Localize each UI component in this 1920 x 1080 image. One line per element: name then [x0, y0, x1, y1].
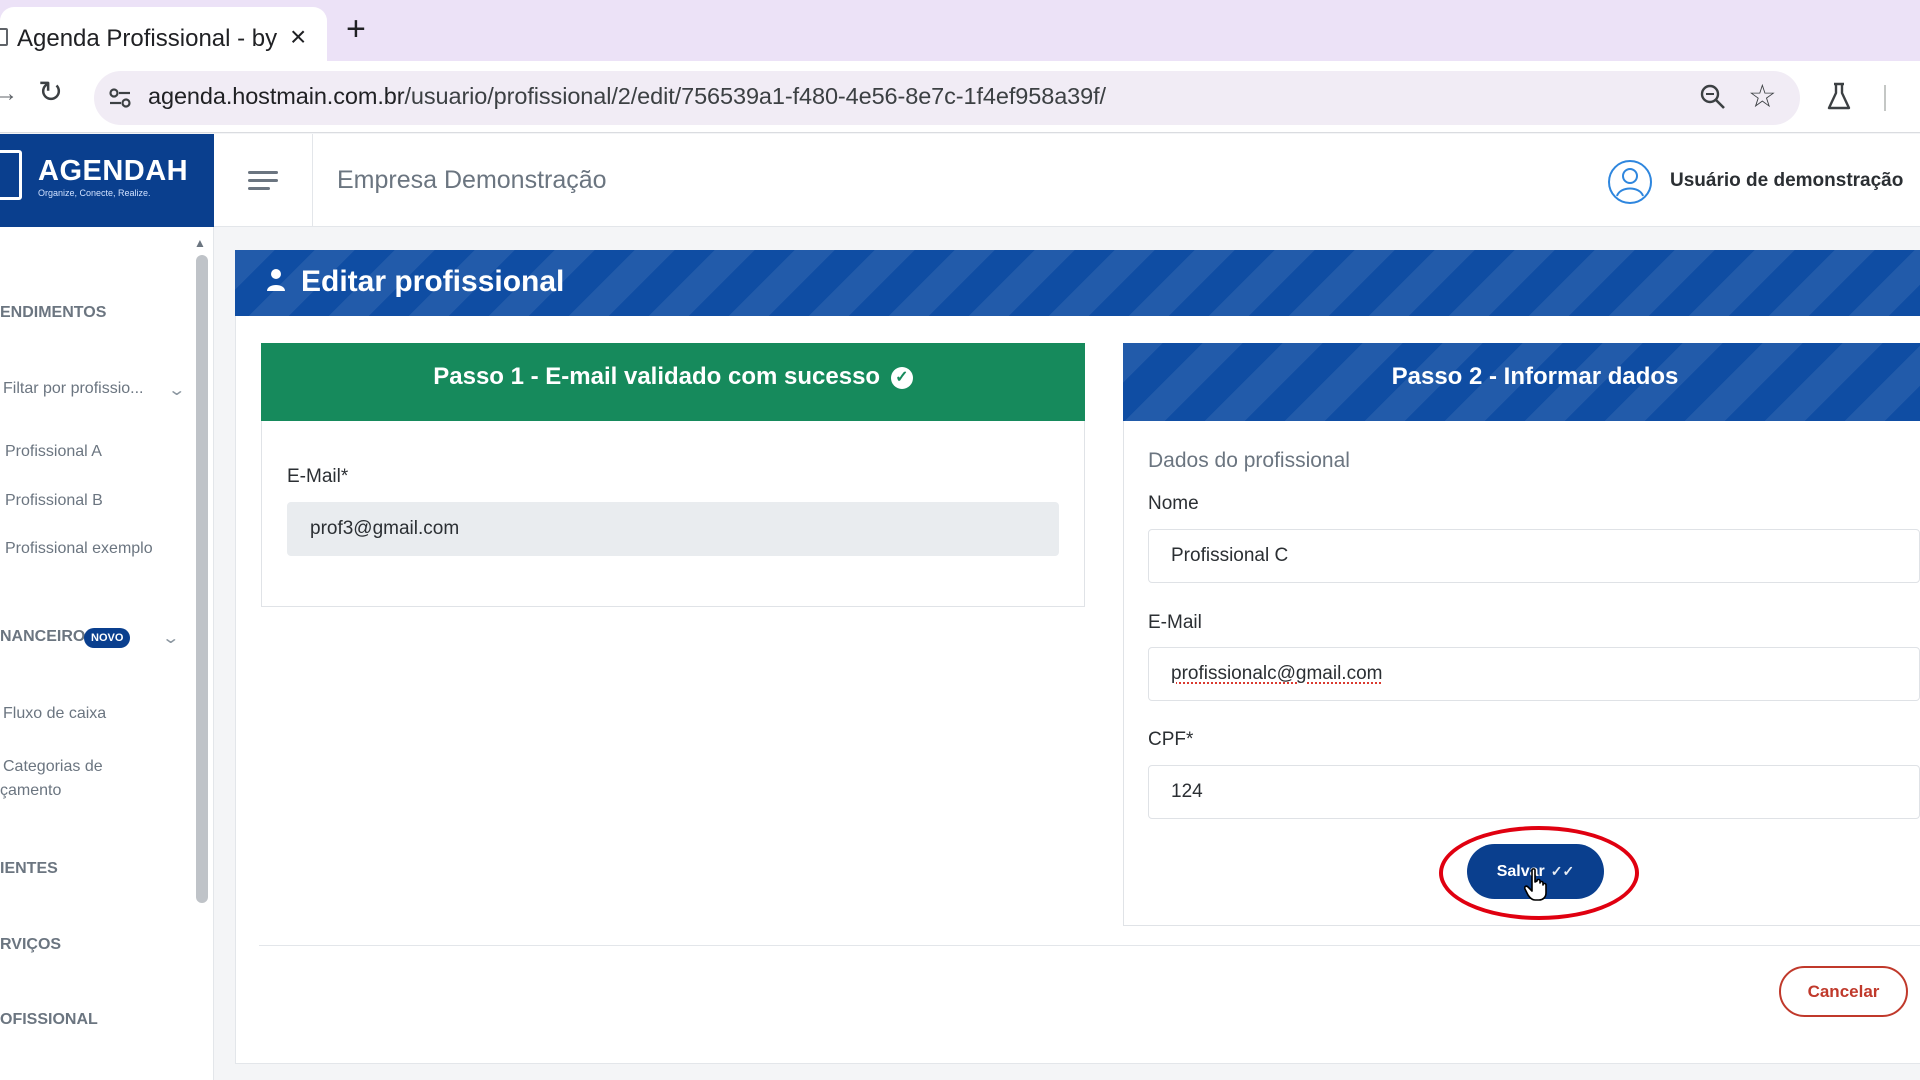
user-tie-icon — [266, 268, 286, 292]
sidebar-section-clientes[interactable]: IENTES — [0, 860, 58, 878]
close-tab-icon[interactable]: × — [290, 21, 306, 53]
step1-title-text: Passo 1 - E-mail validado com sucesso — [433, 363, 880, 390]
step1-email-label: E-Mail* — [287, 466, 348, 488]
professional-filter-select[interactable]: Filtar por profissio... — [3, 380, 143, 398]
tab-title: Agenda Profissional - by — [17, 25, 277, 53]
hand-cursor-icon — [1524, 868, 1550, 902]
sidebar-item-professional[interactable]: Profissional exemplo — [5, 540, 153, 558]
url-path: /usuario/profissional/2/edit/756539a1-f4… — [404, 83, 1106, 109]
sidebar-scrollbar[interactable] — [196, 255, 208, 903]
step1-email-field[interactable]: prof3@gmail.com — [287, 502, 1059, 556]
footer-divider — [259, 945, 1920, 946]
sidebar-item-cash-flow[interactable]: Fluxo de caixa — [3, 705, 106, 723]
calendar-logo-icon — [0, 150, 22, 200]
menu-toggle-icon[interactable] — [248, 171, 278, 191]
sidebar-section-financeiro[interactable]: NANCEIRO — [0, 628, 85, 646]
sidebar-item-professional[interactable]: Profissional A — [5, 443, 102, 461]
email-label: E-Mail — [1148, 612, 1202, 634]
user-name[interactable]: Usuário de demonstração — [1670, 170, 1903, 192]
sidebar-item-categories-cont[interactable]: çamento — [0, 782, 61, 800]
zoom-icon[interactable] — [1699, 83, 1727, 111]
name-label: Nome — [1148, 493, 1199, 515]
cpf-field[interactable]: 124 — [1148, 765, 1920, 819]
cancel-button[interactable]: Cancelar — [1779, 966, 1908, 1017]
step2-title: Passo 2 - Informar dados — [1123, 363, 1920, 391]
sidebar-section-profissional[interactable]: OFISSIONAL — [0, 1011, 98, 1029]
back-icon[interactable]: → — [0, 80, 18, 108]
user-avatar-icon[interactable] — [1607, 159, 1653, 205]
email-field[interactable]: profissionalc@gmail.com — [1148, 647, 1920, 701]
site-settings-icon[interactable] — [107, 85, 133, 111]
sidebar-item-categories[interactable]: Categorias de — [3, 758, 103, 776]
chevron-down-icon[interactable]: ⌄ — [161, 628, 180, 648]
cpf-label: CPF* — [1148, 729, 1193, 751]
step1-title: Passo 1 - E-mail validado com sucesso ✓ — [261, 363, 1085, 391]
url-host: agenda.hostmain.com.br — [148, 83, 404, 109]
chevron-down-icon[interactable]: ⌄ — [167, 380, 186, 400]
email-field-text: profissionalc@gmail.com — [1171, 663, 1382, 684]
verified-check-icon: ✓ — [891, 367, 913, 389]
new-badge: NOVO — [84, 628, 130, 648]
name-field[interactable]: Profissional C — [1148, 529, 1920, 583]
page-title: Editar profissional — [301, 265, 564, 299]
document-icon — [0, 28, 8, 46]
step2-subtitle: Dados do profissional — [1148, 449, 1350, 473]
brand-name: AGENDAH — [38, 155, 188, 188]
sidebar-section-servicos[interactable]: RVIÇOS — [0, 936, 61, 954]
brand-tagline: Organize, Conecte, Realize. — [38, 188, 151, 198]
company-name: Empresa Demonstração — [337, 166, 607, 195]
url-text[interactable]: agenda.hostmain.com.br/usuario/profissio… — [148, 83, 1106, 110]
browser-toolbar: → ↻ agenda.hostmain.com.br/usuario/profi… — [0, 61, 1920, 133]
reload-icon[interactable]: ↻ — [38, 75, 63, 110]
bookmark-star-icon[interactable]: ☆ — [1748, 77, 1777, 115]
scroll-up-arrow-icon[interactable]: ▲ — [194, 236, 206, 250]
labs-flask-icon[interactable] — [1826, 82, 1852, 112]
new-tab-icon[interactable]: + — [346, 10, 366, 49]
header-divider — [312, 134, 313, 227]
browser-tab[interactable]: Agenda Profissional - by × — [0, 7, 327, 61]
sidebar-section-atendimentos[interactable]: ENDIMENTOS — [0, 304, 106, 322]
sidebar-item-professional[interactable]: Profissional B — [5, 492, 103, 510]
toolbar-separator — [1884, 85, 1886, 111]
